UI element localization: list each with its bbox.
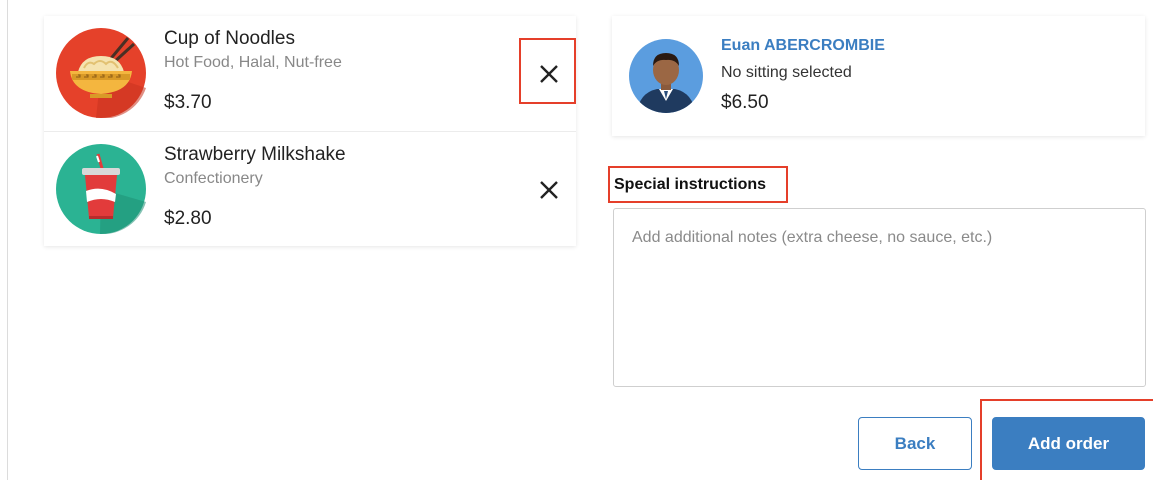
item-tags: Hot Food, Halal, Nut-free <box>164 54 342 71</box>
remove-item-button[interactable] <box>534 59 564 89</box>
customer-card: Euan ABERCROMBIE No sitting selected $6.… <box>612 16 1145 136</box>
noodles-bowl-icon <box>56 28 146 118</box>
cart-list: Cup of Noodles Hot Food, Halal, Nut-free… <box>44 16 576 246</box>
milkshake-cup-icon <box>56 144 146 234</box>
item-price: $3.70 <box>164 92 212 113</box>
item-name: Cup of Noodles <box>164 28 295 49</box>
special-instructions-label: Special instructions <box>614 176 767 193</box>
order-total: $6.50 <box>721 92 769 113</box>
avatar-icon <box>629 39 703 113</box>
item-price: $2.80 <box>164 208 212 229</box>
cart-item-milkshake: Strawberry Milkshake Confectionery $2.80 <box>44 132 576 247</box>
close-icon <box>540 181 558 199</box>
customer-name[interactable]: Euan ABERCROMBIE <box>721 37 885 55</box>
close-icon <box>540 65 558 83</box>
item-tags: Confectionery <box>164 170 263 187</box>
remove-item-button[interactable] <box>534 175 564 205</box>
cart-item-noodles: Cup of Noodles Hot Food, Halal, Nut-free… <box>44 16 576 132</box>
item-name: Strawberry Milkshake <box>164 144 346 165</box>
add-order-button[interactable]: Add order <box>992 417 1145 470</box>
page-divider <box>7 0 8 480</box>
back-button[interactable]: Back <box>858 417 972 470</box>
sitting-status: No sitting selected <box>721 64 852 81</box>
special-instructions-textarea[interactable] <box>613 208 1146 387</box>
